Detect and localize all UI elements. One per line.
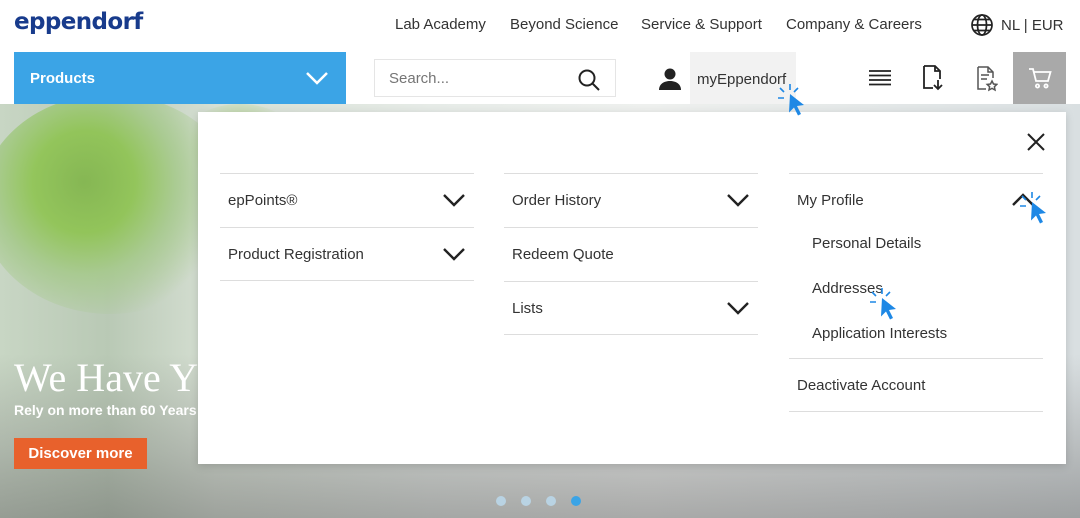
menu-item-label: Redeem Quote <box>512 246 614 263</box>
submenu-application-interests[interactable]: Application Interests <box>789 313 1043 358</box>
menu-item-order-history[interactable]: Order History <box>504 173 758 227</box>
search-input[interactable] <box>375 60 565 96</box>
menu-item-lists[interactable]: Lists <box>504 281 758 335</box>
submenu-personal-details[interactable]: Personal Details <box>789 223 1043 268</box>
hero-title: We Have Y <box>14 355 199 400</box>
eppendorf-logo[interactable]: eppendorf <box>14 9 143 35</box>
menu-column-3: My Profile Personal Details Addresses Ap… <box>789 173 1043 412</box>
menu-item-label: Product Registration <box>228 246 364 263</box>
products-label: Products <box>30 70 96 87</box>
locale-selector[interactable]: NL | EUR <box>970 13 1064 37</box>
menu-item-label: Deactivate Account <box>797 377 926 394</box>
cursor-click-icon <box>778 84 804 116</box>
products-menu-button[interactable]: Products <box>14 52 346 104</box>
discover-more-button[interactable]: Discover more <box>14 438 147 469</box>
cursor-click-icon <box>1020 192 1046 224</box>
nav-company-careers[interactable]: Company & Careers <box>786 16 922 33</box>
list-icon[interactable] <box>868 69 892 87</box>
document-download-icon[interactable] <box>921 65 945 91</box>
nav-service-support[interactable]: Service & Support <box>641 16 762 33</box>
nav-lab-academy[interactable]: Lab Academy <box>395 16 486 33</box>
menu-item-label: Lists <box>512 300 543 317</box>
submenu-label: Personal Details <box>812 235 922 252</box>
menu-item-label: Order History <box>512 192 602 209</box>
submenu-label: Application Interests <box>812 325 948 342</box>
chevron-down-icon <box>727 194 749 207</box>
globe-icon <box>971 14 993 36</box>
my-eppendorf-button[interactable]: myEppendorf <box>646 52 796 104</box>
cart-button[interactable] <box>1013 52 1066 104</box>
carousel-dot-active[interactable] <box>571 496 581 506</box>
cursor-click-icon <box>870 288 896 320</box>
menu-item-label: epPoints® <box>228 192 298 209</box>
carousel-dot[interactable] <box>521 496 531 506</box>
search-icon[interactable] <box>577 68 601 92</box>
cart-icon <box>1029 68 1052 89</box>
menu-item-product-registration[interactable]: Product Registration <box>220 227 474 281</box>
search-box <box>374 59 616 97</box>
menu-item-eppoints[interactable]: epPoints® <box>220 173 474 227</box>
top-header: eppendorf Lab Academy Beyond Science Ser… <box>0 0 1080 52</box>
menu-item-my-profile[interactable]: My Profile <box>789 173 1043 223</box>
chevron-down-icon <box>443 248 465 261</box>
menu-column-2: Order History Redeem Quote Lists <box>504 173 758 335</box>
menu-item-redeem-quote[interactable]: Redeem Quote <box>504 227 758 281</box>
menu-item-label: My Profile <box>797 192 864 209</box>
main-toolbar: Products myEppendorf <box>0 52 1080 104</box>
close-icon[interactable] <box>1026 132 1046 152</box>
chevron-down-icon <box>306 72 328 85</box>
document-star-icon[interactable] <box>976 66 998 92</box>
carousel-dots <box>496 496 581 506</box>
submenu-addresses[interactable]: Addresses <box>789 268 1043 313</box>
carousel-dot[interactable] <box>546 496 556 506</box>
chevron-down-icon <box>443 194 465 207</box>
carousel-dot[interactable] <box>496 496 506 506</box>
nav-beyond-science[interactable]: Beyond Science <box>510 16 618 33</box>
my-eppendorf-dropdown: epPoints® Product Registration Order His… <box>198 112 1066 464</box>
user-icon <box>659 68 681 90</box>
locale-label: NL | EUR <box>1001 16 1064 34</box>
menu-item-deactivate-account[interactable]: Deactivate Account <box>789 358 1043 412</box>
menu-column-1: epPoints® Product Registration <box>220 173 474 281</box>
chevron-down-icon <box>727 302 749 315</box>
hero-subtitle: Rely on more than 60 Years <box>14 402 197 418</box>
